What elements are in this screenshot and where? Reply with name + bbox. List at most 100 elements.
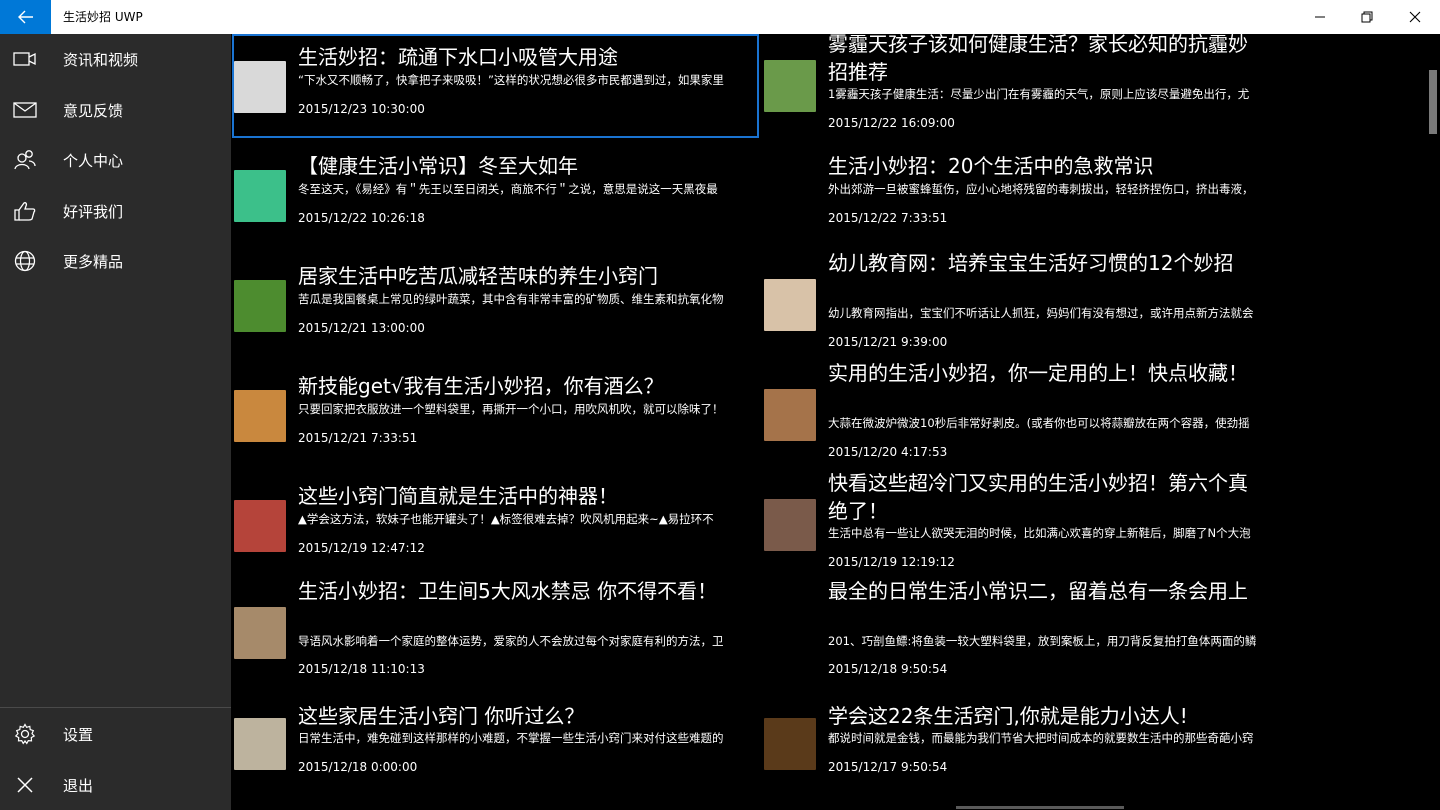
sidebar-item-more-apps[interactable]: 更多精品 (0, 236, 231, 286)
article-summary: 大蒜在微波炉微波10秒后非常好剥皮。(或者你也可以将蒜瓣放在两个容器，使劲摇 (828, 416, 1250, 430)
app-title: 生活妙招 UWP (63, 10, 143, 24)
back-button[interactable] (0, 0, 51, 34)
list-item[interactable]: 【健康生活小常识】冬至大如年 冬至这天，《易经》有＂先王以至日闭关，商旅不行＂之… (232, 143, 759, 247)
article-summary: “下水又不顺畅了，快拿把子来吸吸！”这样的状况想必很多市民都遇到过，如果家里 (298, 73, 724, 87)
article-date: 2015/12/22 16:09:00 (828, 116, 955, 130)
article-summary: 201、巧剖鱼鳔:将鱼装一较大塑料袋里，放到案板上，用刀背反复拍打鱼体两面的鳞 (828, 634, 1257, 648)
list-item[interactable]: 学会这22条生活窍门,你就是能力小达人! 都说时间就是金钱，而最能为我们节省大把… (762, 699, 1292, 803)
article-thumbnail (764, 279, 816, 331)
article-thumbnail (764, 499, 816, 551)
horizontal-scrollbar[interactable] (956, 806, 1124, 809)
list-item[interactable]: 新技能get√我有生活小妙招，你有酒么？ 只要回家把衣服放进一个塑料袋里，再撕开… (232, 363, 759, 467)
article-title: 实用的生活小妙招，你一定用的上！快点收藏！ (828, 361, 1248, 385)
article-thumbnail (234, 500, 286, 552)
article-title: 新技能get√我有生活小妙招，你有酒么？ (298, 374, 664, 398)
article-summary: 只要回家把衣服放进一个塑料袋里，再撕开一个小口，用吹风机吹，就可以除味了！ (298, 402, 724, 416)
article-summary: 苦瓜是我国餐桌上常见的绿叶蔬菜，其中含有非常丰富的矿物质、维生素和抗氧化物 (298, 292, 724, 306)
list-item[interactable]: 幼儿教育网：培养宝宝生活好习惯的12个妙招 幼儿教育网指出，宝宝们不听话让人抓狂… (762, 247, 1292, 357)
sidebar-item-exit[interactable]: 退出 (0, 760, 231, 810)
article-date: 2015/12/20 4:17:53 (828, 445, 948, 459)
list-item[interactable]: 这些家居生活小窍门 你听过么？ 日常生活中，难免碰到这样那样的小难题，不掌握一些… (232, 699, 759, 803)
list-item[interactable]: 实用的生活小妙招，你一定用的上！快点收藏！ 大蒜在微波炉微波10秒后非常好剥皮。… (762, 357, 1292, 467)
sidebar-item-label: 退出 (63, 776, 94, 795)
list-item[interactable]: 雾霾天孩子该如何健康生活？家长必知的抗霾妙招推荐 1雾霾天孩子健康生活：尽量少出… (762, 34, 1292, 140)
people-icon (12, 147, 38, 173)
article-date: 2015/12/21 9:39:00 (828, 335, 948, 349)
article-date: 2015/12/23 10:30:00 (298, 102, 425, 116)
sidebar-item-rate-us[interactable]: 好评我们 (0, 186, 231, 236)
article-date: 2015/12/18 0:00:00 (298, 760, 418, 774)
sidebar-item-label: 意见反馈 (63, 101, 124, 120)
vertical-scrollbar[interactable] (1429, 70, 1437, 134)
sidebar-item-label: 好评我们 (63, 202, 124, 221)
article-date: 2015/12/22 7:33:51 (828, 211, 948, 225)
article-thumbnail (234, 718, 286, 770)
article-thumbnail (234, 170, 286, 222)
sidebar-item-feedback[interactable]: 意见反馈 (0, 85, 231, 135)
mail-icon (12, 97, 38, 123)
article-title: 幼儿教育网：培养宝宝生活好习惯的12个妙招 (828, 251, 1234, 275)
article-summary: 日常生活中，难免碰到这样那样的小难题，不掌握一些生活小窍门来对付这些难题的 (298, 731, 724, 745)
article-title: 快看这些超冷门又实用的生活小妙招！第六个真绝了！ (828, 471, 1248, 523)
minimize-button[interactable] (1297, 0, 1343, 34)
article-title: 生活小妙招：20个生活中的急救常识 (828, 154, 1154, 178)
article-summary: 冬至这天，《易经》有＂先王以至日闭关，商旅不行＂之说，意思是说这一天黑夜最 (298, 182, 718, 196)
article-summary: 外出郊游一旦被蜜蜂蜇伤，应小心地将残留的毒刺拔出，轻轻挤捏伤口，挤出毒液， (828, 182, 1254, 196)
article-thumbnail (764, 718, 816, 770)
article-title: 生活妙招：疏通下水口小吸管大用途 (298, 45, 618, 69)
article-thumbnail (764, 170, 816, 222)
sidebar-item-label: 设置 (63, 725, 94, 744)
article-date: 2015/12/22 10:26:18 (298, 211, 425, 225)
sidebar-item-profile[interactable]: 个人中心 (0, 135, 231, 185)
article-title: 这些小窍门简直就是生活中的神器！ (298, 484, 618, 508)
article-thumbnail (234, 61, 286, 113)
close-icon (12, 772, 38, 798)
arrow-left-icon (17, 10, 33, 24)
article-summary: 生活中总有一些让人欲哭无泪的时候，比如满心欢喜的穿上新鞋后，脚磨了N个大泡 (828, 526, 1251, 540)
article-date: 2015/12/19 12:19:12 (828, 555, 955, 569)
article-summary: 1雾霾天孩子健康生活：尽量少出门在有雾霾的天气，原则上应该尽量避免出行，尤 (828, 87, 1250, 101)
list-item[interactable]: 生活小妙招：卫生间5大风水禁忌 你不得不看！ 导语风水影响着一个家庭的整体运势，… (232, 573, 759, 683)
article-date: 2015/12/19 12:47:12 (298, 541, 425, 555)
list-item[interactable]: 这些小窍门简直就是生活中的神器！ ▲学会这方法，软妹子也能开罐头了！▲标签很难去… (232, 473, 759, 577)
title-bar: 生活妙招 UWP (0, 0, 1440, 34)
article-summary: 幼儿教育网指出，宝宝们不听话让人抓狂，妈妈们有没有想过，或许用点新方法就会 (828, 306, 1254, 320)
article-date: 2015/12/21 13:00:00 (298, 321, 425, 335)
article-thumbnail (234, 280, 286, 332)
article-thumbnail (764, 60, 816, 112)
article-title: 居家生活中吃苦瓜减轻苦味的养生小窍门 (298, 264, 658, 288)
sidebar-item-news-video[interactable]: 资讯和视频 (0, 34, 231, 84)
article-thumbnail (234, 390, 286, 442)
list-item[interactable]: 生活妙招：疏通下水口小吸管大用途 “下水又不顺畅了，快拿把子来吸吸！”这样的状况… (232, 34, 759, 138)
gear-icon (12, 721, 38, 747)
article-title: 最全的日常生活小常识二，留着总有一条会用上 (828, 579, 1248, 603)
list-item[interactable]: 最全的日常生活小常识二，留着总有一条会用上 201、巧剖鱼鳔:将鱼装一较大塑料袋… (762, 577, 1292, 687)
article-date: 2015/12/17 9:50:54 (828, 760, 948, 774)
article-title: 雾霾天孩子该如何健康生活？家长必知的抗霾妙招推荐 (828, 34, 1248, 84)
article-thumbnail (234, 607, 286, 659)
article-title: 生活小妙招：卫生间5大风水禁忌 你不得不看！ (298, 579, 718, 603)
globe-icon (12, 248, 38, 274)
sidebar-divider (0, 707, 231, 708)
sidebar: 资讯和视频 意见反馈 个人中心 好评我们 更多精品 设置 退出 (0, 34, 231, 810)
article-date: 2015/12/18 11:10:13 (298, 662, 425, 676)
list-item[interactable]: 快看这些超冷门又实用的生活小妙招！第六个真绝了！ 生活中总有一些让人欲哭无泪的时… (762, 467, 1292, 577)
close-window-button[interactable] (1392, 0, 1438, 34)
article-thumbnail (764, 609, 816, 661)
sidebar-item-label: 更多精品 (63, 252, 124, 271)
article-thumbnail (764, 389, 816, 441)
article-summary: ▲学会这方法，软妹子也能开罐头了！▲标签很难去掉？吹风机用起来~▲易拉环不 (298, 512, 714, 526)
list-item[interactable]: 居家生活中吃苦瓜减轻苦味的养生小窍门 苦瓜是我国餐桌上常见的绿叶蔬菜，其中含有非… (232, 253, 759, 357)
video-camera-icon (12, 46, 38, 72)
sidebar-item-label: 资讯和视频 (63, 50, 139, 69)
article-title: 这些家居生活小窍门 你听过么？ (298, 704, 585, 728)
sidebar-item-label: 个人中心 (63, 151, 124, 170)
article-summary: 导语风水影响着一个家庭的整体运势，爱家的人不会放过每个对家庭有利的方法，卫 (298, 634, 724, 648)
list-item[interactable]: 生活小妙招：20个生活中的急救常识 外出郊游一旦被蜜蜂蜇伤，应小心地将残留的毒刺… (762, 143, 1292, 247)
article-summary: 都说时间就是金钱，而最能为我们节省大把时间成本的就要数生活中的那些奇葩小窍 (828, 731, 1254, 745)
restore-icon (1361, 11, 1373, 23)
restore-button[interactable] (1344, 0, 1390, 34)
article-title: 学会这22条生活窍门,你就是能力小达人! (828, 704, 1188, 728)
sidebar-item-settings[interactable]: 设置 (0, 709, 231, 759)
article-date: 2015/12/18 9:50:54 (828, 662, 948, 676)
